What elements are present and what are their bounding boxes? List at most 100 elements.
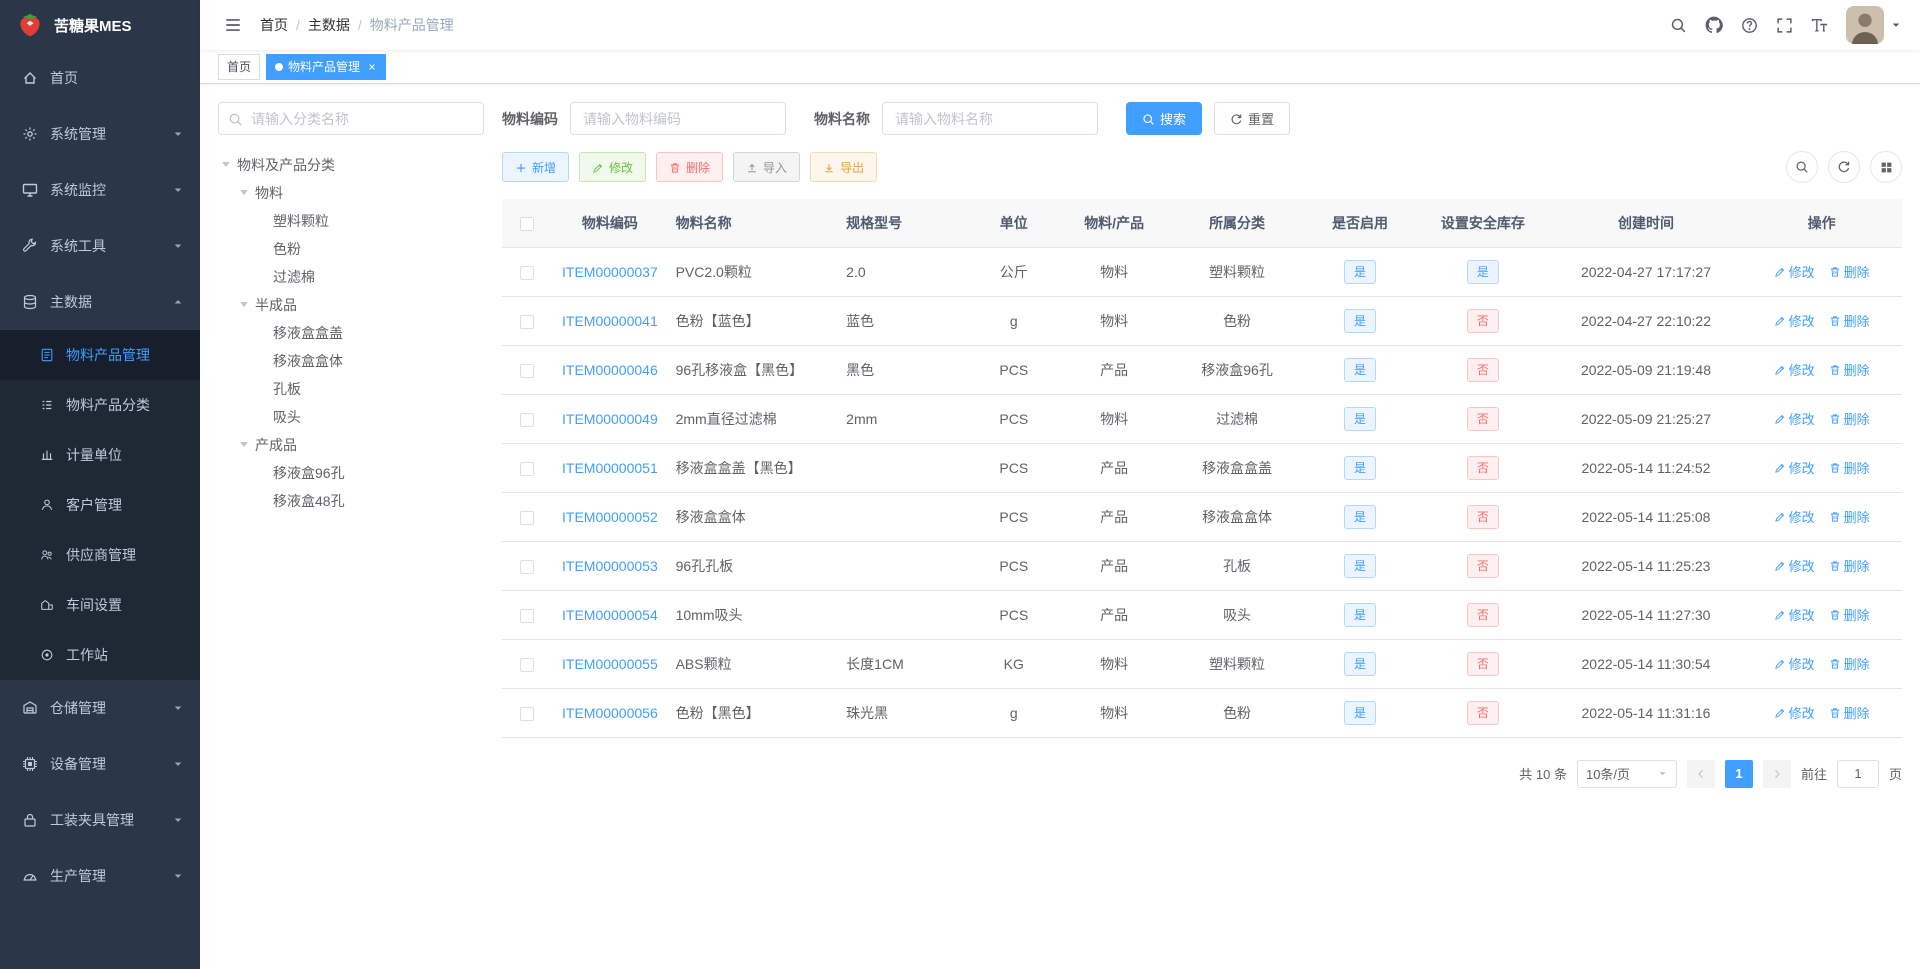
row-delete-link[interactable]: 删除: [1829, 360, 1870, 379]
row-edit-link[interactable]: 修改: [1774, 703, 1815, 722]
breadcrumb-item[interactable]: 主数据: [308, 15, 350, 35]
material-name-input[interactable]: [882, 102, 1098, 135]
tree-node[interactable]: 物料及产品分类: [218, 151, 484, 179]
avatar[interactable]: [1846, 6, 1902, 44]
material-code-link[interactable]: ITEM00000049: [562, 411, 658, 427]
table-row[interactable]: ITEM00000051 移液盒盒盖【黑色】 PCS 产品 移液盒盒盖 是 否 2022-05…: [502, 443, 1902, 493]
row-delete-link[interactable]: 删除: [1829, 409, 1870, 428]
sidebar-item-warehouse-management[interactable]: 仓储管理: [0, 680, 200, 736]
table-row[interactable]: ITEM00000055 ABS颗粒 长度1CM KG 物料 塑料颗粒 是 否 2022-05-…: [502, 639, 1902, 689]
tree-node[interactable]: 塑料颗粒: [218, 207, 484, 235]
toggle-search-button[interactable]: [1786, 151, 1818, 183]
columns-button[interactable]: [1870, 151, 1902, 183]
material-code-link[interactable]: ITEM00000053: [562, 558, 658, 574]
tab-home[interactable]: 首页: [218, 53, 261, 80]
material-code-link[interactable]: ITEM00000056: [562, 705, 658, 721]
table-row[interactable]: ITEM00000056 色粉【黑色】 珠光黑 g 物料 色粉 是 否 2022-05-14 1…: [502, 688, 1902, 738]
import-button[interactable]: 导入: [733, 152, 801, 182]
table-row[interactable]: ITEM00000052 移液盒盒体 PCS 产品 移液盒盒体是否 2022-05-14 …: [502, 492, 1902, 542]
table-row[interactable]: ITEM00000046 96孔移液盒【黑色】 黑色 PCS 产品 移液盒96孔 是 否 202…: [502, 345, 1902, 395]
category-search-input[interactable]: [218, 102, 484, 135]
app-logo[interactable]: 苦糖果MES: [0, 0, 200, 50]
row-edit-link[interactable]: 修改: [1774, 409, 1815, 428]
tree-node[interactable]: 移液盒96孔: [218, 459, 484, 487]
row-edit-link[interactable]: 修改: [1774, 262, 1815, 281]
tree-node[interactable]: 半成品: [218, 291, 484, 319]
row-checkbox[interactable]: [520, 314, 535, 329]
tree-node[interactable]: 移液盒盒体: [218, 347, 484, 375]
row-checkbox[interactable]: [520, 706, 535, 721]
delete-button[interactable]: 删除: [656, 152, 724, 182]
row-edit-link[interactable]: 修改: [1774, 458, 1815, 477]
tree-node[interactable]: 移液盒48孔: [218, 487, 484, 515]
hamburger-icon[interactable]: [224, 16, 242, 34]
row-delete-link[interactable]: 删除: [1829, 556, 1870, 575]
table-row[interactable]: ITEM00000041 色粉【蓝色】 蓝色 g 物料 色粉 是 否 2022-04-27 22…: [502, 296, 1902, 346]
material-code-link[interactable]: ITEM00000052: [562, 509, 658, 525]
table-row[interactable]: ITEM00000054 10mm吸头 PCS 产品 吸头 是 否 2022-05-14 11…: [502, 590, 1902, 640]
row-edit-link[interactable]: 修改: [1774, 605, 1815, 624]
select-all-checkbox[interactable]: [520, 216, 535, 231]
row-checkbox[interactable]: [520, 559, 535, 574]
add-button[interactable]: 新增: [502, 152, 570, 182]
tree-node[interactable]: 色粉: [218, 235, 484, 263]
row-delete-link[interactable]: 删除: [1829, 458, 1870, 477]
sidebar-item-system-management[interactable]: 系统管理: [0, 106, 200, 162]
table-row[interactable]: ITEM00000049 2mm直径过滤棉 2mm PCS 物料 过滤棉 是 否 2022-05…: [502, 394, 1902, 444]
row-delete-link[interactable]: 删除: [1829, 262, 1870, 281]
row-edit-link[interactable]: 修改: [1774, 654, 1815, 673]
material-code-link[interactable]: ITEM00000051: [562, 460, 658, 476]
sidebar-item-production-management[interactable]: 生产管理: [0, 848, 200, 904]
refresh-button[interactable]: [1828, 151, 1860, 183]
sidebar-item-measurement-unit[interactable]: 计量单位: [0, 430, 200, 480]
material-code-input[interactable]: [570, 102, 786, 135]
material-code-link[interactable]: ITEM00000046: [562, 362, 658, 378]
tab-material-product-management[interactable]: 物料产品管理: [266, 53, 387, 80]
caret-down-icon[interactable]: [222, 162, 230, 171]
row-checkbox[interactable]: [520, 657, 535, 672]
goto-page-input[interactable]: [1836, 759, 1879, 788]
prev-page-button[interactable]: [1686, 759, 1715, 788]
row-checkbox[interactable]: [520, 265, 535, 280]
sidebar-item-fixture-management[interactable]: 工装夹具管理: [0, 792, 200, 848]
table-row[interactable]: ITEM00000053 96孔孔板 PCS 产品 孔板 是 否 2022-05-14 11:…: [502, 541, 1902, 591]
row-checkbox[interactable]: [520, 608, 535, 623]
export-button[interactable]: 导出: [810, 152, 878, 182]
header-search-icon[interactable]: [1670, 17, 1687, 34]
row-delete-link[interactable]: 删除: [1829, 703, 1870, 722]
row-edit-link[interactable]: 修改: [1774, 556, 1815, 575]
tree-node[interactable]: 产成品: [218, 431, 484, 459]
close-icon[interactable]: [367, 62, 377, 72]
font-size-icon[interactable]: [1811, 17, 1828, 34]
sidebar-item-supplier-management[interactable]: 供应商管理: [0, 530, 200, 580]
row-delete-link[interactable]: 删除: [1829, 311, 1870, 330]
material-code-link[interactable]: ITEM00000041: [562, 313, 658, 329]
page-number-button[interactable]: 1: [1724, 759, 1753, 788]
fullscreen-icon[interactable]: [1776, 17, 1793, 34]
caret-down-icon[interactable]: [240, 190, 248, 199]
sidebar-item-workshop-settings[interactable]: 车间设置: [0, 580, 200, 630]
page-size-select[interactable]: 10条/页: [1576, 759, 1677, 788]
sidebar-item-system-tools[interactable]: 系统工具: [0, 218, 200, 274]
next-page-button[interactable]: [1762, 759, 1791, 788]
row-edit-link[interactable]: 修改: [1774, 311, 1815, 330]
tree-node[interactable]: 过滤棉: [218, 263, 484, 291]
material-code-link[interactable]: ITEM00000054: [562, 607, 658, 623]
row-delete-link[interactable]: 删除: [1829, 654, 1870, 673]
caret-down-icon[interactable]: [240, 442, 248, 451]
breadcrumb-item[interactable]: 首页: [260, 15, 288, 35]
sidebar-item-workstation[interactable]: 工作站: [0, 630, 200, 680]
help-icon[interactable]: [1741, 17, 1758, 34]
sidebar-item-system-monitor[interactable]: 系统监控: [0, 162, 200, 218]
material-code-link[interactable]: ITEM00000037: [562, 264, 658, 280]
caret-down-icon[interactable]: [240, 302, 248, 311]
row-checkbox[interactable]: [520, 510, 535, 525]
row-delete-link[interactable]: 删除: [1829, 605, 1870, 624]
sidebar-item-equipment-management[interactable]: 设备管理: [0, 736, 200, 792]
material-code-link[interactable]: ITEM00000055: [562, 656, 658, 672]
github-icon[interactable]: [1705, 16, 1723, 34]
table-row[interactable]: ITEM00000037 PVC2.0颗粒 2.0 公斤 物料 塑料颗粒 是 是 2022-04…: [502, 247, 1902, 297]
sidebar-item-material-product-management[interactable]: 物料产品管理: [0, 330, 200, 380]
sidebar-item-home[interactable]: 首页: [0, 50, 200, 106]
tree-node[interactable]: 移液盒盒盖: [218, 319, 484, 347]
